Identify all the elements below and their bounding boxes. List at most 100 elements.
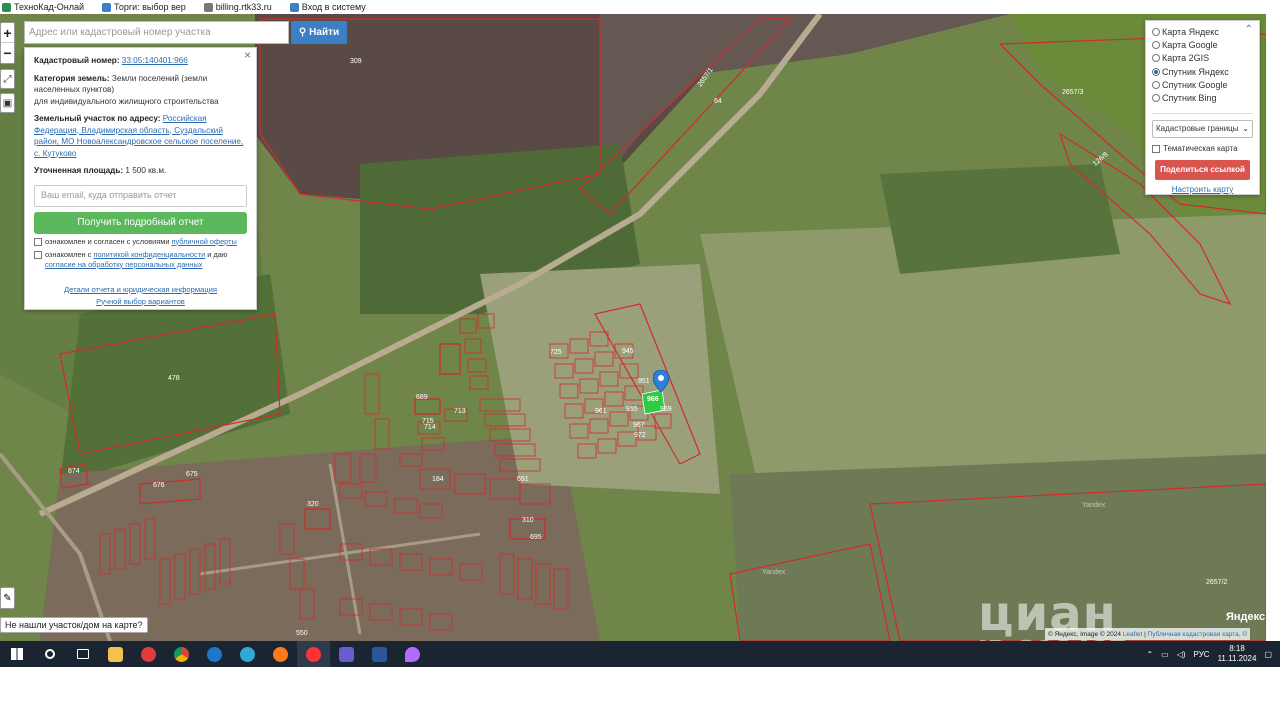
taskbar-app-save[interactable] [330,641,363,667]
chrome-icon [174,646,189,662]
consent-text: ознакомлен и согласен с условиями [45,236,170,246]
close-icon[interactable]: × [244,49,251,62]
cadastral-map-link[interactable]: Публичная кадастровая карта, © [1148,631,1248,638]
chevron-up-icon[interactable]: ⌃ [1146,650,1153,659]
printer-icon: ▣ [2,97,13,109]
taskbar-app-firefox[interactable] [264,641,297,667]
public-offer-link[interactable]: публичной оферты [172,237,237,246]
search-placeholder: Адрес или кадастровый номер участка [29,27,211,38]
clock-date: 11.11.2024 [1217,654,1257,663]
radio-button-selected[interactable] [1152,67,1160,76]
bookmark-login[interactable]: Вход в систему [289,2,366,12]
map-marker-icon[interactable] [653,370,669,392]
taskbar-app-ie[interactable] [198,641,231,667]
radio-button[interactable] [1152,94,1160,103]
map-pin-app-icon [405,646,420,662]
zoom-out-button[interactable]: − [1,43,14,63]
volume-icon[interactable]: ◁) [1177,650,1186,659]
personal-data-link[interactable]: согласие на обработку персональных данны… [45,260,202,269]
category-label: Категория земель: [34,73,110,83]
bookmark-technokad[interactable]: ТехноКад-Онлай [2,2,84,12]
bookmark-label: Вход в систему [301,2,366,12]
bookmark-billing[interactable]: billing.rtk33.ru [203,2,272,12]
radio-button[interactable] [1152,54,1160,63]
area-row: Уточненная площадь: 1 500 кв.м. [34,165,247,177]
thematic-map-checkbox[interactable] [1152,145,1160,154]
save-disk-icon [339,646,354,662]
windows-start-button[interactable] [0,641,33,667]
address-row: Земельный участок по адресу: Российская … [34,113,247,159]
window-edge [1266,14,1280,641]
blank-area [0,667,1280,720]
taskbar-app-word[interactable] [363,641,396,667]
cadastral-number-link[interactable]: 33:05:140401:966 [122,56,188,65]
layer-label: Карта 2GIS [1162,53,1210,64]
attribution-text: © Яндекс, Image © 2024 [1048,630,1121,638]
thematic-map-label: Тематическая карта [1163,143,1238,153]
yandex-browser-icon [306,646,321,662]
technokad-icon [2,2,11,12]
selected-plot-highlight[interactable] [641,389,666,415]
search-input[interactable]: Адрес или кадастровый номер участка [24,21,289,44]
layer-option-yandex-map[interactable]: Карта Яндекс [1152,25,1253,38]
bookmarks-bar: ТехноКад-Онлай Торги: выбор вер billing.… [0,0,1280,14]
taskbar-app-edge[interactable] [231,641,264,667]
network-icon[interactable]: ▭ [1161,650,1169,659]
fullscreen-button[interactable]: ⤢ [0,69,15,89]
clock[interactable]: 8:18 11.11.2024 [1218,644,1257,664]
cadastral-label: Кадастровый номер: [34,56,120,65]
task-view-button[interactable] [66,641,99,667]
get-report-button[interactable]: Получить подробный отчет [34,211,247,234]
email-placeholder: Ваш email, куда отправить отчет [41,189,177,200]
layer-label: Спутник Bing [1162,93,1217,104]
not-found-button[interactable]: Не нашли участок/дом на карте? [0,617,148,633]
layer-option-google-satellite[interactable]: Спутник Google [1152,78,1253,91]
bookmark-label: Торги: выбор вер [114,2,186,12]
share-link-button[interactable]: Поделиться ссылкой [1155,159,1250,180]
leaflet-link[interactable]: Leaflet [1123,631,1143,638]
taskbar-app-chrome[interactable] [165,641,198,667]
consent-text: и даю [207,249,228,259]
bookmark-torgi[interactable]: Торги: выбор вер [102,2,186,12]
layer-option-bing-satellite[interactable]: Спутник Bing [1152,91,1253,104]
yandex-icon [141,646,156,662]
report-details-link[interactable]: Детали отчета и юридическая информация [34,284,247,296]
taskbar-app-file-explorer[interactable] [99,641,132,667]
search-button-label: Найти [309,27,340,38]
radio-button[interactable] [1152,80,1160,89]
radio-button[interactable] [1152,40,1160,49]
windows-start-icon [10,648,23,660]
taskbar-app-pin[interactable] [396,641,429,667]
notifications-icon[interactable]: ▢ [1264,650,1272,659]
layer-label: Карта Яндекс [1162,26,1219,37]
search-icon: ⚲ [298,27,307,38]
taskbar-app-yandex[interactable] [132,641,165,667]
taskbar-search[interactable] [33,641,66,667]
print-button[interactable]: ▣ [0,93,15,113]
layer-option-2gis-map[interactable]: Карта 2GIS [1152,52,1253,65]
system-tray: ⌃ ▭ ◁) РУС 8:18 11.11.2024 ▢ [1146,641,1280,667]
thematic-map-row: Тематическая карта [1152,144,1253,154]
privacy-policy-link[interactable]: политикой конфиденциальности [93,250,205,259]
email-field[interactable]: Ваш email, куда отправить отчет [34,184,247,207]
zoom-in-button[interactable]: + [1,23,14,43]
bookmark-label: ТехноКад-Онлай [14,2,85,12]
offer-consent-text: ознакомлен и согласен с условиями публич… [45,237,237,247]
search-button[interactable]: ⚲ Найти [291,21,347,44]
layer-option-yandex-satellite[interactable]: Спутник Яндекс [1152,65,1253,78]
language-indicator[interactable]: РУС [1194,650,1210,659]
layer-label: Спутник Google [1162,79,1228,90]
plot-info-card: × Кадастровый номер: 33:05:140401:966 Ка… [24,47,257,310]
radio-button[interactable] [1152,27,1160,36]
task-view-icon [76,649,89,659]
manual-selection-link[interactable]: Ручной выбор вариантов [34,296,247,308]
privacy-consent-checkbox[interactable] [34,250,42,259]
layer-option-google-map[interactable]: Карта Google [1152,38,1253,51]
bookmark-label: billing.rtk33.ru [215,2,272,12]
chevron-up-icon[interactable]: ⌃ [1245,24,1253,35]
configure-map-link[interactable]: Настроить карту [1152,185,1253,194]
ruler-button[interactable]: ✎ [0,587,15,609]
taskbar-app-yandex-browser[interactable] [297,641,330,667]
offer-consent-checkbox[interactable] [34,237,42,246]
overlay-select[interactable]: Кадастровые границы ⌄ [1152,119,1253,138]
